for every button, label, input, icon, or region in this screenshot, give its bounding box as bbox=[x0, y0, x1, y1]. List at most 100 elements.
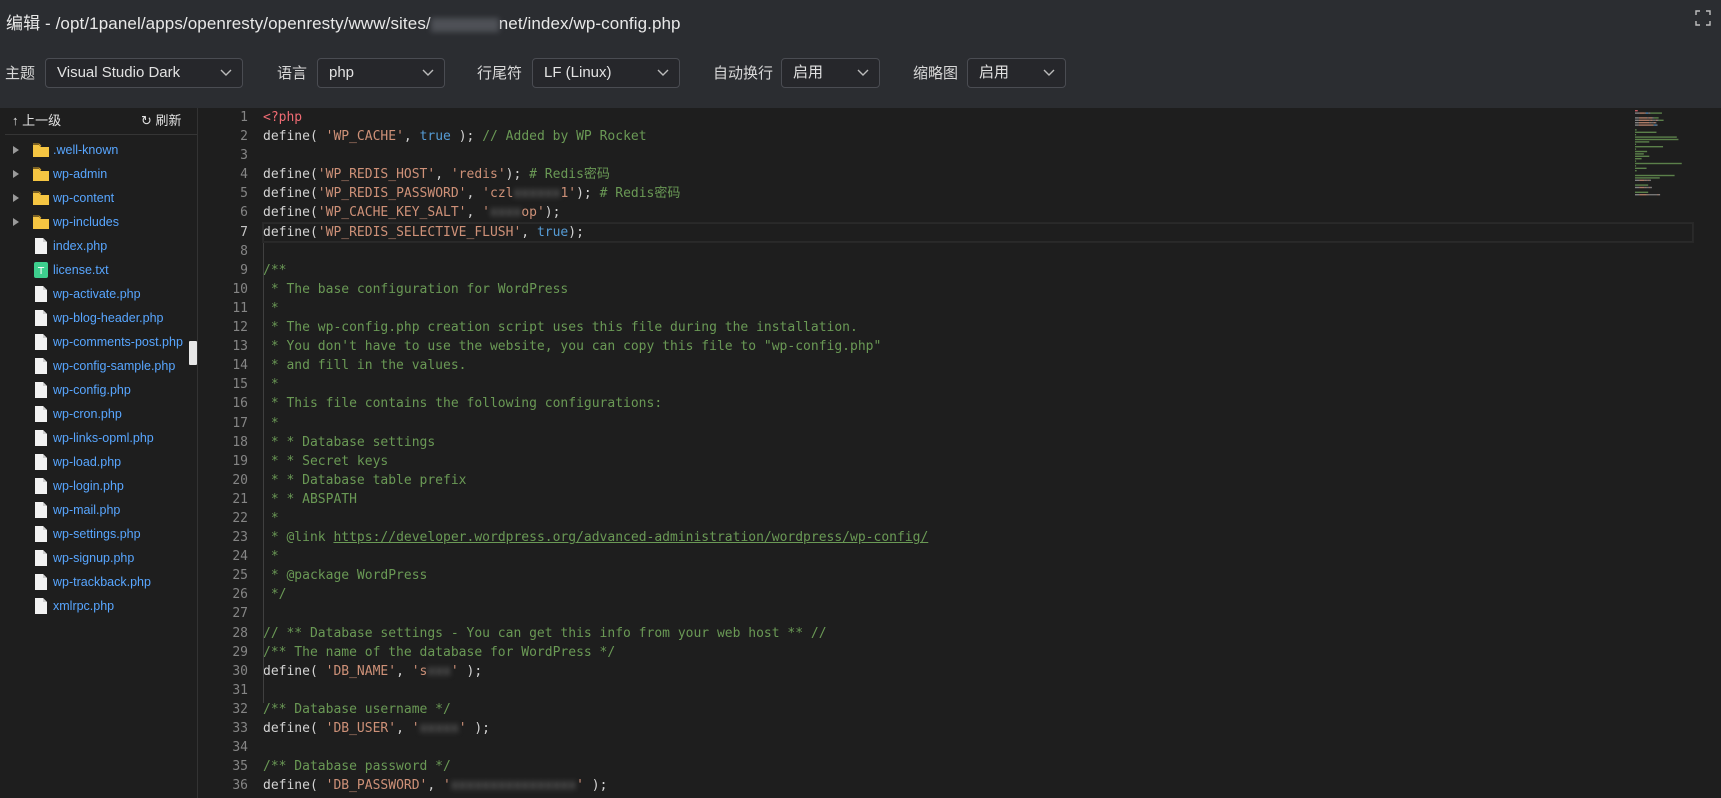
caret-right-icon[interactable] bbox=[13, 194, 19, 202]
code-line[interactable]: define('WP_REDIS_HOST', 'redis'); # Redi… bbox=[263, 165, 1693, 184]
code-line[interactable]: * * Database settings bbox=[263, 433, 1693, 452]
code-line[interactable]: * bbox=[263, 414, 1693, 433]
minimap[interactable] bbox=[1633, 108, 1721, 488]
code-line[interactable]: // ** Database settings - You can get th… bbox=[263, 624, 1693, 643]
minimap-select[interactable]: 启用 bbox=[967, 58, 1066, 88]
line-number: 26 bbox=[232, 587, 248, 603]
code-token: 's bbox=[411, 663, 428, 679]
code-line[interactable]: * bbox=[263, 299, 1693, 318]
code-line[interactable]: * You don't have to use the website, you… bbox=[263, 337, 1693, 356]
redacted-domain bbox=[430, 17, 499, 32]
eol-label: 行尾符 bbox=[477, 65, 523, 82]
minimap-token bbox=[1645, 186, 1647, 189]
caret-right-icon[interactable] bbox=[13, 146, 19, 154]
code-line[interactable]: * The base configuration for WordPress bbox=[263, 280, 1693, 299]
code-line[interactable]: define('WP_CACHE_KEY_SALT', 'xxxxop'); bbox=[263, 203, 1693, 222]
code-line[interactable] bbox=[263, 146, 1693, 165]
code-line[interactable]: * @package WordPress bbox=[263, 566, 1693, 585]
code-token: /** Database username */ bbox=[263, 701, 451, 717]
code-line[interactable]: define('WP_REDIS_PASSWORD', 'czlxxxxxx1'… bbox=[263, 184, 1693, 203]
fullscreen-icon[interactable] bbox=[1695, 10, 1711, 26]
code-line[interactable]: /** Database username */ bbox=[263, 700, 1693, 719]
code-line[interactable]: /** The name of the database for WordPre… bbox=[263, 643, 1693, 662]
refresh-button[interactable]: ↻ 刷新 bbox=[141, 108, 182, 133]
code-line[interactable] bbox=[263, 681, 1693, 700]
code-line[interactable]: * * Database table prefix bbox=[263, 471, 1693, 490]
code-token: * * ABSPATH bbox=[263, 491, 357, 507]
code-line[interactable]: define('WP_REDIS_SELECTIVE_FLUSH', true)… bbox=[262, 221, 1694, 243]
theme-select[interactable]: Visual Studio Dark bbox=[45, 58, 243, 88]
language-select[interactable]: php bbox=[317, 58, 445, 88]
code-content[interactable]: <?php define( 'WP_CACHE', true ); // Adde… bbox=[262, 108, 1694, 795]
line-number: 4 bbox=[240, 167, 248, 183]
file-item[interactable]: wp-config-sample.php bbox=[5, 354, 197, 378]
word-wrap-select[interactable]: 启用 bbox=[781, 58, 880, 88]
code-token: define( bbox=[263, 721, 326, 736]
code-line[interactable]: /** Database password */ bbox=[263, 757, 1693, 776]
caret-right-icon[interactable] bbox=[13, 218, 19, 226]
file-item[interactable]: wp-config.php bbox=[5, 378, 197, 402]
minimap-token bbox=[1646, 179, 1649, 181]
code-line[interactable]: * * ABSPATH bbox=[263, 490, 1693, 509]
code-editor[interactable]: 1 2 3 4 5 6 7 8 9 10 11 12 13 14 15 16 17 18 19 20 21 22 23 24 2… bbox=[198, 108, 1721, 798]
folder-item[interactable]: wp-includes bbox=[5, 210, 197, 234]
code-line[interactable]: define( 'WP_CACHE', true ); // Added by … bbox=[263, 127, 1693, 146]
file-item[interactable]: wp-login.php bbox=[5, 474, 197, 498]
code-token: ' bbox=[458, 721, 467, 736]
code-line[interactable]: * * Secret keys bbox=[263, 452, 1693, 471]
minimap-token bbox=[1635, 148, 1637, 150]
code-token: * The wp-config.php creation script uses… bbox=[263, 320, 858, 336]
file-item[interactable]: wp-links-opml.php bbox=[5, 426, 197, 450]
code-line[interactable]: /** bbox=[263, 261, 1693, 280]
folder-item[interactable]: wp-admin bbox=[5, 162, 197, 186]
code-line[interactable]: */ bbox=[263, 585, 1693, 604]
code-line[interactable]: * bbox=[263, 375, 1693, 394]
line-number: 30 bbox=[232, 663, 248, 679]
code-line[interactable]: define( 'DB_NAME', 'sxxx' ); bbox=[263, 662, 1693, 681]
folder-item[interactable]: .well-known bbox=[5, 138, 197, 162]
code-line[interactable]: <?php bbox=[263, 108, 1693, 127]
file-item[interactable]: wp-settings.php bbox=[5, 522, 197, 546]
file-item[interactable]: wp-blog-header.php bbox=[5, 306, 197, 330]
eol-select[interactable]: LF (Linux) bbox=[532, 58, 680, 88]
code-token: , bbox=[427, 778, 444, 794]
code-token: * * Database settings bbox=[263, 434, 436, 450]
minimap-token bbox=[1639, 112, 1645, 114]
code-token: */ bbox=[263, 587, 287, 603]
file-item[interactable]: wp-cron.php bbox=[5, 402, 197, 426]
file-item[interactable]: wp-activate.php bbox=[5, 282, 197, 306]
code-token: 'DB_NAME' bbox=[325, 663, 397, 679]
code-line[interactable]: * The wp-config.php creation script uses… bbox=[263, 318, 1693, 337]
code-line[interactable]: * and fill in the values. bbox=[263, 356, 1693, 375]
file-item[interactable]: xmlrpc.php bbox=[5, 594, 197, 618]
file-item[interactable]: Tlicense.txt bbox=[5, 258, 197, 282]
file-item[interactable]: wp-signup.php bbox=[5, 546, 197, 570]
sidebar-scrollbar[interactable] bbox=[189, 341, 197, 365]
file-item[interactable]: wp-mail.php bbox=[5, 498, 197, 522]
code-token: , bbox=[435, 167, 451, 183]
code-line[interactable]: * @link https://developer.wordpress.org/… bbox=[263, 528, 1693, 547]
line-number: 28 bbox=[232, 625, 248, 641]
folder-item[interactable]: wp-content bbox=[5, 186, 197, 210]
chevron-down-icon bbox=[220, 69, 232, 76]
code-line[interactable]: * bbox=[263, 547, 1693, 566]
code-line[interactable]: * This file contains the following confi… bbox=[263, 394, 1693, 413]
code-line[interactable]: define( 'DB_PASSWORD', 'xxxxxxxxxxxxxxxx… bbox=[263, 776, 1693, 795]
minimap-token bbox=[1649, 186, 1651, 189]
code-line[interactable] bbox=[263, 604, 1693, 623]
code-line[interactable] bbox=[263, 738, 1693, 757]
file-item[interactable]: wp-load.php bbox=[5, 450, 197, 474]
file-item[interactable]: wp-trackback.php bbox=[5, 570, 197, 594]
redacted-token: xxxxx bbox=[419, 721, 459, 736]
code-token: ); bbox=[544, 205, 561, 221]
caret-right-icon[interactable] bbox=[13, 170, 19, 178]
code-line[interactable] bbox=[263, 242, 1693, 261]
go-up-button[interactable]: ↑ 上一级 bbox=[12, 108, 61, 133]
code-line[interactable]: define( 'DB_USER', 'xxxxx' ); bbox=[263, 719, 1693, 738]
file-item[interactable]: wp-comments-post.php bbox=[5, 330, 197, 354]
code-token: , bbox=[396, 663, 412, 679]
code-line[interactable]: * bbox=[263, 509, 1693, 528]
file-item[interactable]: index.php bbox=[5, 234, 197, 258]
code-token: <?php bbox=[263, 110, 303, 125]
minimap-token bbox=[1652, 119, 1656, 121]
